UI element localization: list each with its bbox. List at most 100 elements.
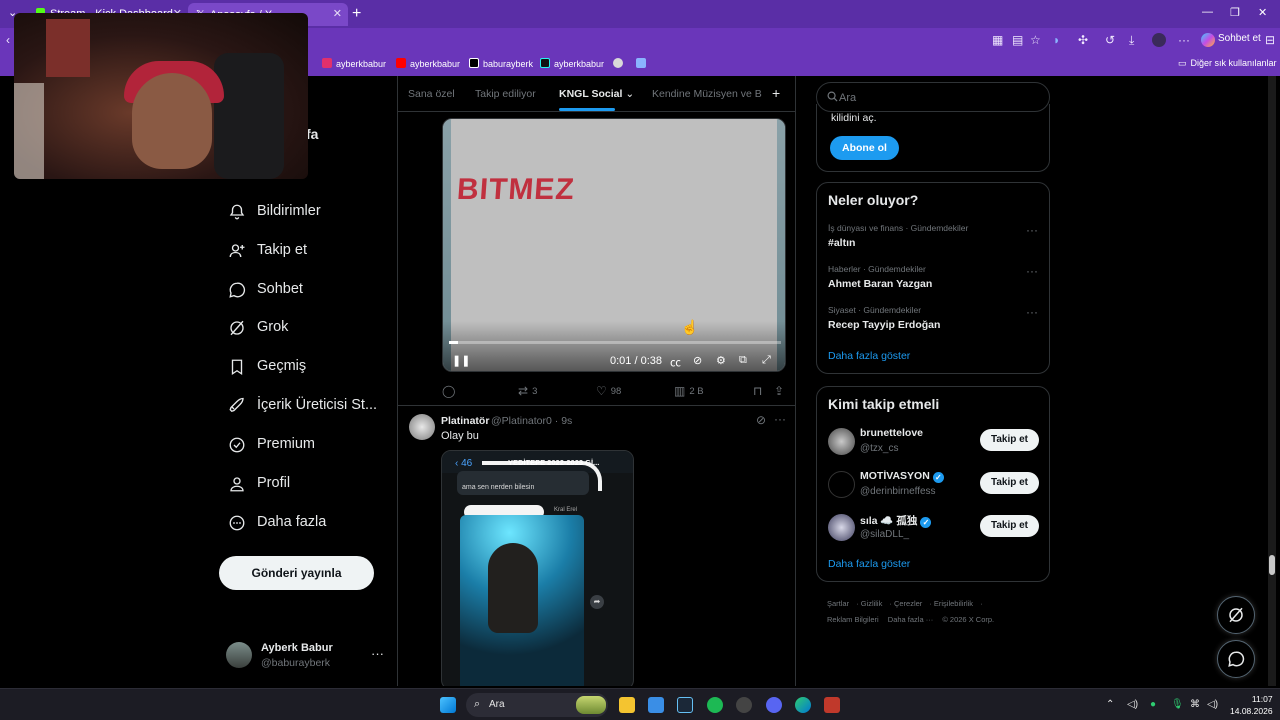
avatar[interactable] (828, 514, 855, 541)
taskbar-search[interactable]: ⌕ Ara (466, 693, 608, 717)
tab-for-you[interactable]: Sana özel (408, 88, 455, 100)
subscribe-button[interactable]: Abone ol (830, 136, 899, 160)
taskbar-clock[interactable]: 11:07 14.08.2026 (1230, 693, 1273, 717)
follow-button[interactable]: Takip et (980, 515, 1039, 537)
windows-start-icon[interactable] (440, 697, 456, 713)
tab-following[interactable]: Takip ediliyor (475, 88, 536, 100)
file-explorer-icon[interactable] (619, 697, 635, 713)
avatar[interactable] (828, 471, 855, 498)
video-progress-bar[interactable] (449, 341, 781, 344)
page-scrollbar[interactable] (1268, 76, 1276, 686)
app-icon[interactable] (736, 697, 752, 713)
sidebar-toggle-icon[interactable]: ⊟ (1265, 33, 1275, 47)
bookmark-globe[interactable] (613, 58, 627, 69)
footer-link[interactable]: Gizlilik (861, 599, 883, 608)
avatar[interactable] (409, 414, 435, 440)
spotify-icon[interactable] (707, 697, 723, 713)
tweet[interactable]: Platinatör @Platinator0 · 9s ⊘ ··· Olay … (398, 406, 795, 686)
other-bookmarks[interactable]: ▭ Diğer sık kullanılanlar (1178, 58, 1277, 69)
trend-item[interactable]: İş dünyası ve finans · Gündemdekiler #al… (828, 223, 1042, 253)
trend-item[interactable]: Siyaset · Gündemdekiler Recep Tayyip Erd… (828, 305, 1042, 335)
captions-icon[interactable]: ㏄ (670, 354, 681, 370)
menu-more-icon[interactable]: ··· (1178, 33, 1190, 47)
views-button[interactable]: ▥ 2 B (674, 384, 704, 398)
bookmark-tiktok[interactable]: ayberkbabur (540, 58, 604, 69)
tweet-media-image[interactable]: ‹ 46 YEDİTEPE 2022-2023 Gİ... ama sen ne… (441, 450, 634, 686)
trend-item[interactable]: Haberler · Gündemdekiler Ahmet Baran Yaz… (828, 264, 1042, 294)
like-button[interactable]: ♡ 98 (596, 384, 621, 398)
fullscreen-icon[interactable]: ⤢ (762, 354, 771, 367)
follow-suggestion[interactable]: brunettelove @tzx_cs Takip et (828, 425, 1042, 461)
post-button[interactable]: Gönderi yayınla (219, 556, 374, 590)
add-tab-icon[interactable]: + (772, 85, 780, 101)
footer-link[interactable]: Şartlar (827, 599, 849, 608)
mute-icon[interactable]: ⊘ (693, 354, 702, 367)
pause-icon[interactable]: ❚❚ (452, 354, 470, 367)
footer-link[interactable]: Erişilebilirlik (934, 599, 973, 608)
favorite-star-icon[interactable]: ☆ (1030, 33, 1041, 47)
bookmark-spark[interactable] (636, 58, 650, 69)
history-icon[interactable]: ↺ (1105, 33, 1115, 47)
extensions-puzzle-icon[interactable]: ✣ (1078, 33, 1088, 47)
app-icon[interactable] (824, 697, 840, 713)
tab-kngl-social[interactable]: KNGL Social ⌄ (559, 88, 634, 100)
back-arrow-icon[interactable]: ‹ (6, 33, 10, 47)
photos-icon[interactable] (648, 697, 664, 713)
tweet-author-handle[interactable]: @Platinator0 · 9s (491, 415, 572, 427)
network-icon[interactable]: ⌘ (1190, 699, 1200, 710)
discord-icon[interactable] (766, 697, 782, 713)
who-to-follow-show-more-link[interactable]: Daha fazla göster (828, 558, 910, 570)
close-window-icon[interactable]: ✕ (1258, 6, 1267, 19)
profile-avatar[interactable] (1152, 33, 1166, 47)
trends-show-more-link[interactable]: Daha fazla göster (828, 350, 910, 362)
settings-gear-icon[interactable]: ⚙ (716, 354, 726, 367)
reply-button[interactable]: ◯ (442, 384, 459, 398)
more-horizontal-icon[interactable]: ··· (1026, 264, 1038, 278)
globe-icon (613, 58, 623, 68)
more-horizontal-icon[interactable]: ··· (1026, 223, 1038, 237)
speaker-icon[interactable]: ◁) (1127, 699, 1138, 710)
bookmark-instagram[interactable]: ayberkbabur (322, 58, 386, 69)
repost-button[interactable]: ⇄ 3 (518, 384, 537, 398)
messages-floating-button[interactable] (1217, 640, 1255, 678)
close-icon[interactable]: ✕ (333, 7, 342, 20)
grok-floating-button[interactable] (1217, 596, 1255, 634)
bookmark-button[interactable]: ⊓ (753, 384, 766, 398)
reading-view-icon[interactable]: ▤ (1012, 33, 1023, 47)
tray-chevron-icon[interactable]: ⌃ (1106, 699, 1114, 710)
tab-kendine-muzisyen[interactable]: Kendine Müzisyen ve Ba (652, 88, 762, 100)
follow-suggestion[interactable]: MOTİVASYON ✓ @derinbirneffess Takip et (828, 468, 1042, 504)
split-screen-icon[interactable]: ▦ (992, 33, 1003, 47)
tweet-author-name[interactable]: Platinatör (441, 415, 489, 427)
pip-icon[interactable]: ⧉ (739, 354, 747, 367)
follow-button[interactable]: Takip et (980, 429, 1039, 451)
scrollbar-thumb[interactable] (1269, 555, 1275, 575)
video-player[interactable]: BITMEZ ❚❚ 0:01 / 0:38 ㏄ ⊘ ⚙ ⧉ ⤢ ☝ (442, 118, 786, 372)
steam-icon[interactable] (677, 697, 693, 713)
follow-suggestion[interactable]: sıla ☁️ 孤独 ✓ @silaDLL_ Takip et (828, 511, 1042, 547)
extension-icon[interactable]: ◗ (1053, 33, 1060, 47)
share-button[interactable]: ⇪ (774, 384, 788, 398)
tray-app-icon[interactable]: ● (1150, 699, 1156, 710)
restore-icon[interactable]: ❐ (1230, 6, 1240, 19)
footer-link[interactable]: Çerezler (894, 599, 922, 608)
minimize-icon[interactable]: — (1202, 6, 1213, 18)
bookmark-x[interactable]: baburayberk (469, 58, 533, 69)
more-horizontal-icon[interactable]: ··· (371, 646, 384, 661)
edge-icon[interactable] (795, 697, 811, 713)
footer-link[interactable]: Daha fazla ··· (888, 615, 933, 624)
new-tab-button[interactable]: + (352, 5, 361, 23)
grok-icon[interactable]: ⊘ (756, 413, 766, 427)
more-horizontal-icon[interactable]: ··· (1026, 305, 1038, 319)
follow-button[interactable]: Takip et (980, 472, 1039, 494)
microphone-icon[interactable]: 🎙 (1171, 699, 1184, 710)
account-switcher[interactable]: Ayberk Babur @baburayberk ··· (226, 640, 386, 676)
bookmark-youtube[interactable]: ayberkbabur (396, 58, 460, 69)
footer-link[interactable]: Reklam Bilgileri (827, 615, 879, 624)
more-horizontal-icon[interactable]: ··· (774, 412, 786, 426)
avatar[interactable] (828, 428, 855, 455)
tiktok-icon (540, 58, 550, 68)
copilot-chat-button[interactable]: Sohbet et (1198, 31, 1267, 49)
download-icon[interactable]: ⤓ (1129, 33, 1134, 48)
volume-icon[interactable]: ◁) (1207, 699, 1218, 710)
